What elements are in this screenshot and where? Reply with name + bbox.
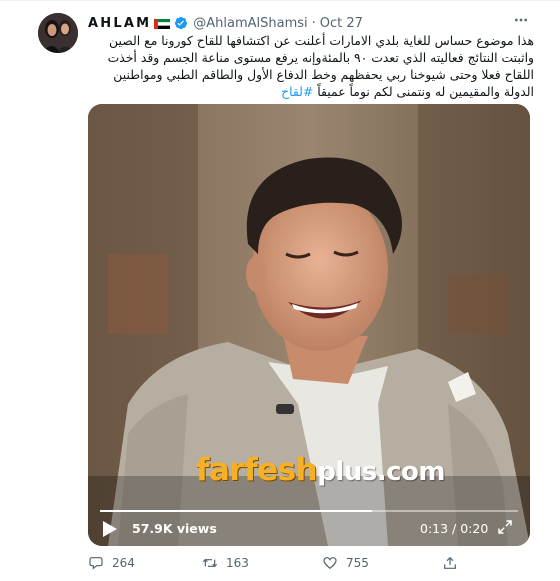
like-count: 755 (346, 556, 369, 570)
retweet-count: 163 (226, 556, 249, 570)
tweet-text-line: واثبتت النتائج فعاليته الذي تعدت ٩٠ بالم… (107, 50, 534, 65)
author-name[interactable]: AHLAM (88, 16, 151, 31)
retweet-button[interactable]: 163 (202, 555, 249, 571)
expand-icon[interactable] (496, 518, 514, 536)
reply-count: 264 (112, 556, 135, 570)
verified-badge-icon (174, 16, 188, 30)
share-icon (444, 556, 456, 569)
video-progress-fill (100, 510, 372, 512)
tweet-date[interactable]: Oct 27 (320, 16, 363, 31)
tweet-actions: 264 163 755 (88, 555, 528, 575)
view-count: 57.9K views (132, 521, 217, 536)
hashtag-link[interactable]: #لقاح (281, 84, 313, 99)
tweet-text-line: هذا موضوع حساس للغاية بلدي الامارات أعلن… (109, 33, 534, 48)
tweet-text: هذا موضوع حساس للغاية بلدي الامارات أعلن… (88, 32, 534, 100)
play-icon[interactable] (102, 520, 118, 538)
avatar[interactable] (38, 13, 78, 53)
watermark-text-secondary: plus.com (317, 457, 445, 487)
tweet-text-line: الدولة والمقيمين له ونتمنى لكم نوماً عمي… (88, 83, 534, 100)
video-player[interactable]: farfeshplus.com 57.9K views 0:13 / 0:20 (88, 104, 530, 546)
like-icon (323, 557, 337, 570)
share-button[interactable] (442, 555, 466, 571)
retweet-icon (202, 558, 218, 568)
author-handle[interactable]: @AhlamAlShamsi (193, 16, 307, 31)
video-time: 0:13 / 0:20 (420, 521, 489, 536)
more-icon[interactable] (510, 9, 532, 31)
watermark-logo: farfeshplus.com (196, 452, 445, 488)
tweet-text-last: الدولة والمقيمين له ونتمنى لكم نوماً عمي… (317, 84, 534, 99)
tweet-text-line: اللقاح فعلا وحتى شيوخنا ربي يحفظهم وخط ا… (113, 67, 534, 82)
uae-flag-icon (154, 18, 171, 29)
like-button[interactable]: 755 (322, 555, 369, 571)
separator-dot: · (311, 15, 316, 31)
reply-icon (89, 557, 103, 570)
video-progress-bar[interactable] (100, 510, 518, 512)
watermark-text-primary: farfesh (196, 452, 318, 488)
tweet[interactable]: AHLAM @AhlamAlShamsi · Oct 27 هذا موضوع … (0, 0, 560, 581)
reply-button[interactable]: 264 (88, 555, 135, 571)
tweet-header: AHLAM @AhlamAlShamsi · Oct 27 (88, 13, 363, 33)
